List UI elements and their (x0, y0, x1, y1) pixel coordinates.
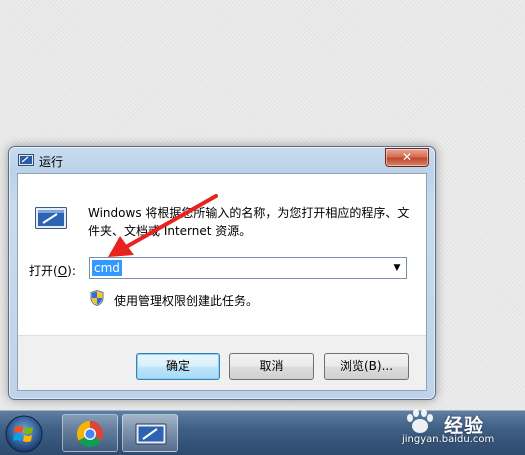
open-combobox[interactable]: cmd ▼ (89, 257, 407, 279)
window-title: 运行 (39, 155, 64, 169)
ok-button[interactable]: 确定 (136, 353, 220, 380)
title-bar[interactable]: 运行 ✕ (9, 147, 435, 173)
chrome-icon (76, 420, 104, 448)
chevron-down-icon[interactable]: ▼ (388, 258, 406, 278)
open-label: 打开(O): (29, 264, 76, 278)
baidu-watermark: 经验 jingyan.baidu.com (398, 408, 523, 452)
close-button[interactable]: ✕ (385, 148, 429, 167)
taskbar-item-run[interactable] (122, 414, 178, 452)
watermark-url: jingyan.baidu.com (402, 434, 495, 445)
admin-note: 使用管理权限创建此任务。 (114, 294, 259, 308)
run-program-icon (35, 207, 67, 229)
uac-shield-icon (90, 290, 104, 306)
run-icon (18, 154, 34, 166)
baidu-paw-icon (407, 409, 433, 433)
command-input-value[interactable]: cmd (92, 260, 122, 276)
taskbar-item-chrome[interactable] (62, 414, 118, 452)
run-icon (135, 423, 167, 445)
browse-button[interactable]: 浏览(B)... (324, 353, 409, 380)
run-dialog: 运行 ✕ Windows 将根据您所输入的名称，为您打开相应的程序、文件夹、文档… (8, 146, 436, 400)
cancel-button[interactable]: 取消 (229, 353, 314, 380)
close-icon: ✕ (401, 150, 413, 164)
windows-logo-icon[interactable] (4, 414, 44, 454)
run-description: Windows 将根据您所输入的名称，为您打开相应的程序、文件夹、文档或 Int… (88, 206, 410, 238)
dialog-body: Windows 将根据您所输入的名称，为您打开相应的程序、文件夹、文档或 Int… (17, 173, 427, 391)
